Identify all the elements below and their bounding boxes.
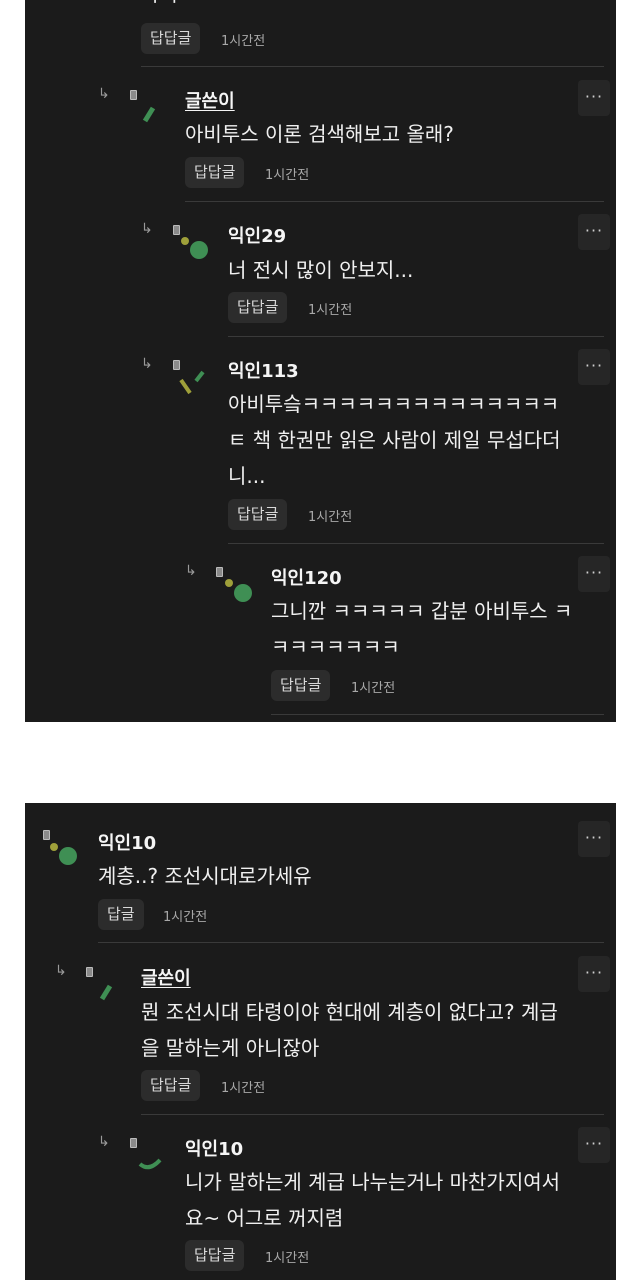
comment-line: 아비투스 이론 검색해보고 올래? — [185, 122, 454, 146]
reply-arrow-icon: ↳ — [185, 563, 197, 579]
reply-arrow-icon: ↳ — [55, 963, 67, 979]
timestamp: 1시간전 — [221, 34, 266, 49]
reply-button[interactable]: 답답글 — [228, 499, 288, 530]
timestamp: 1시간전 — [265, 168, 310, 183]
comment-author[interactable]: 글쓴이 — [141, 964, 191, 990]
reply-arrow-icon: ↳ — [141, 221, 153, 237]
comment-body: 니가 말하는게 계급 나누는거나 마찬가지여서 요~ 어그로 꺼지렴 — [185, 1164, 560, 1236]
comment-line: 요~ 어그로 꺼지렴 — [185, 1206, 344, 1230]
timestamp: 1시간전 — [351, 681, 396, 696]
comment-body: 그니깐 ㅋㅋㅋㅋㅋ 갑분 아비투스 ㅋ ㅋㅋㅋㅋㅋㅋㅋ — [271, 593, 572, 665]
comment-author[interactable]: 익인113 — [228, 357, 299, 383]
divider — [141, 66, 604, 67]
avatar — [142, 106, 156, 123]
comment-body: 뭔 조선시대 타령이야 현대에 계층이 없다고? 계급 을 말하는게 아니잖아 — [141, 994, 558, 1066]
reply-button[interactable]: 답글 — [98, 899, 144, 930]
comment-line: 뭔 조선시대 타령이야 현대에 계층이 없다고? 계급 — [141, 1000, 558, 1024]
comment-line: ㅌ 책 한권만 읽은 사람이 제일 무섭다더 — [228, 428, 561, 452]
comment-author[interactable]: 익인29 — [228, 222, 286, 248]
comment-body: 너 전시 많이 안보지... — [228, 252, 413, 288]
divider — [228, 336, 604, 337]
avatar — [50, 843, 77, 865]
reply-arrow-icon: ↳ — [98, 1134, 110, 1150]
divider — [228, 543, 604, 544]
comment-author[interactable]: 익인10 — [98, 829, 156, 855]
divider — [271, 714, 604, 715]
divider — [141, 1114, 604, 1115]
comment-line: 니가 말하는게 계급 나누는거나 마찬가지여서 — [185, 1170, 561, 1194]
comment-body: 계층..? 조선시대로가세유 — [98, 858, 312, 894]
more-options-icon[interactable]: ··· — [578, 80, 610, 116]
timestamp: 1시간전 — [265, 1251, 310, 1266]
timestamp: 1시간전 — [308, 303, 353, 318]
more-options-icon[interactable]: ··· — [578, 214, 610, 250]
comment-author[interactable]: 글쓴이 — [185, 87, 235, 113]
comment-panel-2: 익인10 ··· 계층..? 조선시대로가세유 답글 1시간전 ↳ 글쓴이 ··… — [25, 803, 616, 1280]
more-options-icon[interactable]: ··· — [578, 1127, 610, 1163]
comment-line: 그니깐 ㅋㅋㅋㅋㅋ 갑분 아비투스 ㅋ — [271, 599, 573, 623]
comment-line: 계층..? 조선시대로가세유 — [98, 864, 312, 888]
reply-button[interactable]: 답답글 — [185, 157, 245, 188]
avatar — [179, 370, 205, 395]
divider — [98, 942, 604, 943]
comment-line: 너 전시 많이 안보지... — [228, 258, 414, 282]
more-options-icon[interactable]: ··· — [578, 956, 610, 992]
comment-body: 아비투스 이론 검색해보고 올래? — [185, 116, 454, 152]
avatar — [225, 579, 252, 602]
reply-button[interactable]: 답답글 — [141, 1070, 201, 1101]
timestamp: 1시간전 — [308, 510, 353, 525]
comment-line: 아비투슼ㅋㅋㅋㅋㅋㅋㅋㅋㅋㅋㅋㅋㅋㅋ — [228, 392, 560, 416]
reply-button[interactable]: 답답글 — [271, 670, 331, 701]
comment-line: ㅋㅋㅋㅋㅋㅋㅋ — [271, 635, 400, 659]
comment-body: 아비투슼ㅋㅋㅋㅋㅋㅋㅋㅋㅋㅋㅋㅋㅋㅋ ㅌ 책 한권만 읽은 사람이 제일 무섭다… — [228, 386, 561, 494]
avatar — [138, 1158, 162, 1170]
comment-author[interactable]: 익인10 — [185, 1135, 243, 1161]
reply-button[interactable]: 답답글 — [141, 23, 201, 54]
reply-arrow-icon: ↳ — [141, 356, 153, 372]
more-options-icon[interactable]: ··· — [578, 556, 610, 592]
divider — [185, 201, 604, 202]
avatar — [181, 237, 208, 259]
reply-button[interactable]: 답답글 — [228, 292, 288, 323]
avatar — [99, 984, 113, 1001]
more-options-icon[interactable]: ··· — [578, 821, 610, 857]
reply-button[interactable]: 답답글 — [185, 1240, 245, 1271]
comment-panel-1: 가지 답답글 1시간전 ↳ 글쓴이 ··· 아비투스 이론 검색해보고 올래? … — [25, 0, 616, 722]
comment-author[interactable]: 익인120 — [271, 564, 342, 590]
timestamp: 1시간전 — [163, 910, 208, 925]
reply-arrow-icon: ↳ — [98, 86, 110, 102]
timestamp: 1시간전 — [221, 1081, 266, 1096]
comment-line: 을 말하는게 아니잖아 — [141, 1036, 320, 1060]
more-options-icon[interactable]: ··· — [578, 349, 610, 385]
comment-body-cut: 가지 — [141, 0, 178, 7]
comment-line: 니... — [228, 464, 266, 488]
